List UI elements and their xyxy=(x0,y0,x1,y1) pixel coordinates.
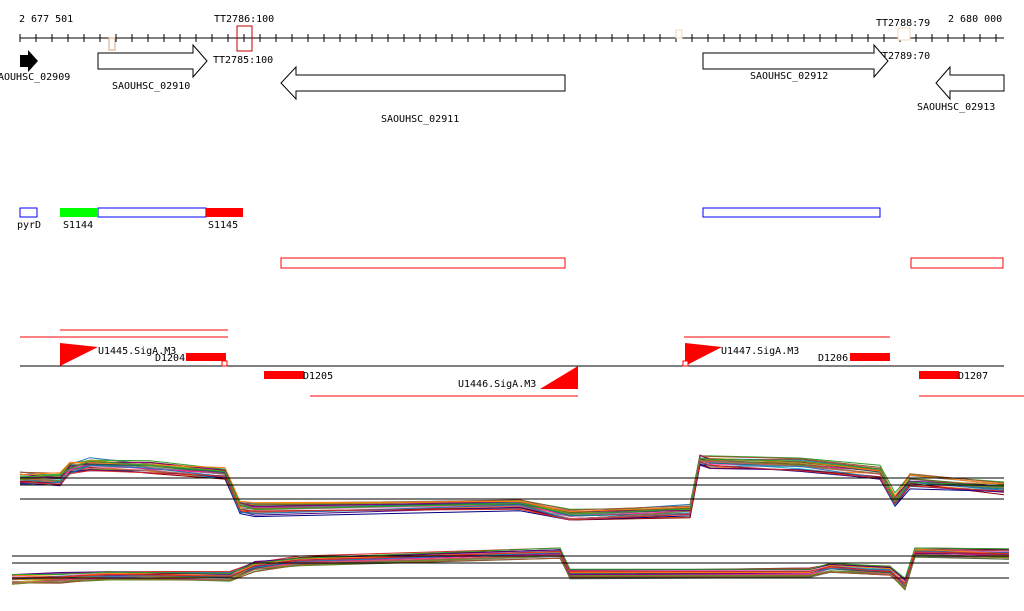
region-operon-box[interactable] xyxy=(97,207,207,218)
region-track: pyrD S1144 S1145 xyxy=(17,207,1004,269)
expression-profiles-top xyxy=(19,454,1005,521)
profile-reference-lines-top xyxy=(20,477,1004,500)
gene-arrow-02909[interactable] xyxy=(20,50,38,72)
region-s1144[interactable] xyxy=(60,208,98,217)
terminator-marker[interactable] xyxy=(675,29,683,39)
ruler-end-label: 2 680 000 xyxy=(948,14,1002,25)
gene-arrow-02911[interactable] xyxy=(280,65,566,101)
promoter-label-u1446: U1446.SigA.M3 xyxy=(458,379,536,390)
gene-label-02910: SAOUHSC_02910 xyxy=(112,81,190,92)
gene-label-02912: SAOUHSC_02912 xyxy=(750,71,828,82)
terminator-label-tt2788: TT2788:79 xyxy=(876,18,930,29)
promoter-label-u1447: U1447.SigA.M3 xyxy=(721,346,799,357)
region-pyrD[interactable] xyxy=(19,207,38,218)
gene-arrow-02913[interactable] xyxy=(935,65,1005,101)
terminator-marker[interactable] xyxy=(108,37,116,51)
gene-track: AOUHSC_02909 SAOUHSC_02910 SAOUHSC_02911… xyxy=(0,43,1005,125)
segment-label-d1205: D1205 xyxy=(303,371,333,382)
region-02912-box[interactable] xyxy=(702,207,881,218)
terminator-marker-tt2788[interactable] xyxy=(897,27,911,41)
segment-d1207[interactable] xyxy=(919,371,959,379)
genome-browser-view: 2 677 501 2 680 000 TT2786:100 TT2785:10… xyxy=(0,14,1024,591)
expression-profiles-bottom xyxy=(11,547,1010,591)
segment-label-d1207: D1207 xyxy=(958,371,988,382)
expression-profile-line xyxy=(19,464,1005,519)
region-red-box[interactable] xyxy=(280,257,566,269)
terminator-label-tt2786: TT2786:100 xyxy=(214,14,274,25)
segment-d1204[interactable] xyxy=(186,353,226,361)
region-red-box[interactable] xyxy=(910,257,1004,269)
gene-label-02911: SAOUHSC_02911 xyxy=(381,114,459,125)
promoter-track: U1445.SigA.M3 D1204 D1205 U1446.SigA.M3 … xyxy=(20,329,1024,397)
segment-label-d1204: D1204 xyxy=(155,353,185,364)
gene-label-02913: SAOUHSC_02913 xyxy=(917,102,995,113)
segment-label-d1206: D1206 xyxy=(818,353,848,364)
segment-d1205[interactable] xyxy=(264,371,304,379)
region-label-s1144: S1144 xyxy=(63,220,93,231)
region-label-s1145: S1145 xyxy=(208,220,238,231)
promoter-u1446[interactable] xyxy=(540,366,578,389)
segment-d1206[interactable] xyxy=(850,353,890,361)
region-label-pyrD: pyrD xyxy=(17,220,41,231)
promoter-u1445[interactable] xyxy=(60,343,98,366)
promoter-u1447[interactable] xyxy=(685,343,722,366)
gene-label-02909: AOUHSC_02909 xyxy=(0,72,70,83)
segment-marker[interactable] xyxy=(682,360,689,367)
segment-marker[interactable] xyxy=(221,360,228,367)
coordinate-ruler: 2 677 501 2 680 000 xyxy=(19,14,1004,42)
terminator-label-tt2785: TT2785:100 xyxy=(213,55,273,66)
region-s1145[interactable] xyxy=(206,208,243,217)
ruler-start-label: 2 677 501 xyxy=(19,14,73,25)
